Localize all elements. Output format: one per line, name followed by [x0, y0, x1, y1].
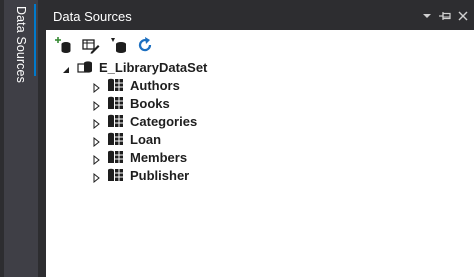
tree-node-table[interactable]: Publisher [92, 166, 189, 184]
side-tab-data-sources[interactable]: Data Sources [4, 0, 38, 277]
refresh-icon[interactable] [136, 36, 154, 54]
panel-toolbar [46, 30, 474, 58]
collapse-arrow-icon[interactable] [61, 62, 71, 73]
tree-node-label: Publisher [130, 167, 190, 183]
tree-node-label: Categories [130, 113, 198, 129]
tree-node-dataset[interactable]: E_LibraryDataSet [61, 58, 207, 76]
dropdown-arrow-icon[interactable] [420, 9, 434, 23]
table-icon [108, 114, 124, 128]
pin-icon[interactable] [438, 9, 452, 23]
tree-node-label: E_LibraryDataSet [99, 59, 208, 75]
side-tab-active-indicator [34, 4, 36, 76]
table-icon [108, 132, 124, 146]
data-sources-panel: Data Sources E_LibraryDataSet Authors Bo… [46, 0, 474, 277]
tree-node-table[interactable]: Categories [92, 112, 197, 130]
side-tab-label: Data Sources [14, 6, 28, 83]
configure-dataset-icon[interactable] [110, 36, 128, 54]
tree-node-label: Loan [130, 131, 162, 147]
table-icon [108, 96, 124, 110]
expand-arrow-icon[interactable] [92, 116, 102, 130]
panel-titlebar[interactable]: Data Sources [46, 0, 474, 30]
tree-node-table[interactable]: Authors [92, 76, 180, 94]
expand-arrow-icon[interactable] [92, 152, 102, 166]
panel-title: Data Sources [53, 9, 132, 24]
expand-arrow-icon[interactable] [92, 98, 102, 112]
table-icon [108, 78, 124, 92]
tree-node-label: Authors [130, 77, 180, 93]
expand-arrow-icon[interactable] [92, 80, 102, 94]
tree-node-table[interactable]: Members [92, 148, 187, 166]
tree-node-label: Members [130, 149, 188, 165]
close-icon[interactable] [456, 9, 470, 23]
table-icon [108, 150, 124, 164]
dataset-icon [77, 60, 93, 74]
table-icon [108, 168, 124, 182]
add-data-source-icon[interactable] [54, 36, 72, 54]
panel-gutter [38, 0, 46, 277]
side-tab-strip: Data Sources [0, 0, 38, 277]
tree-node-table[interactable]: Loan [92, 130, 161, 148]
expand-arrow-icon[interactable] [92, 170, 102, 184]
expand-arrow-icon[interactable] [92, 134, 102, 148]
tree-node-label: Books [130, 95, 170, 111]
edit-dataset-icon[interactable] [82, 36, 100, 54]
tree-node-table[interactable]: Books [92, 94, 170, 112]
